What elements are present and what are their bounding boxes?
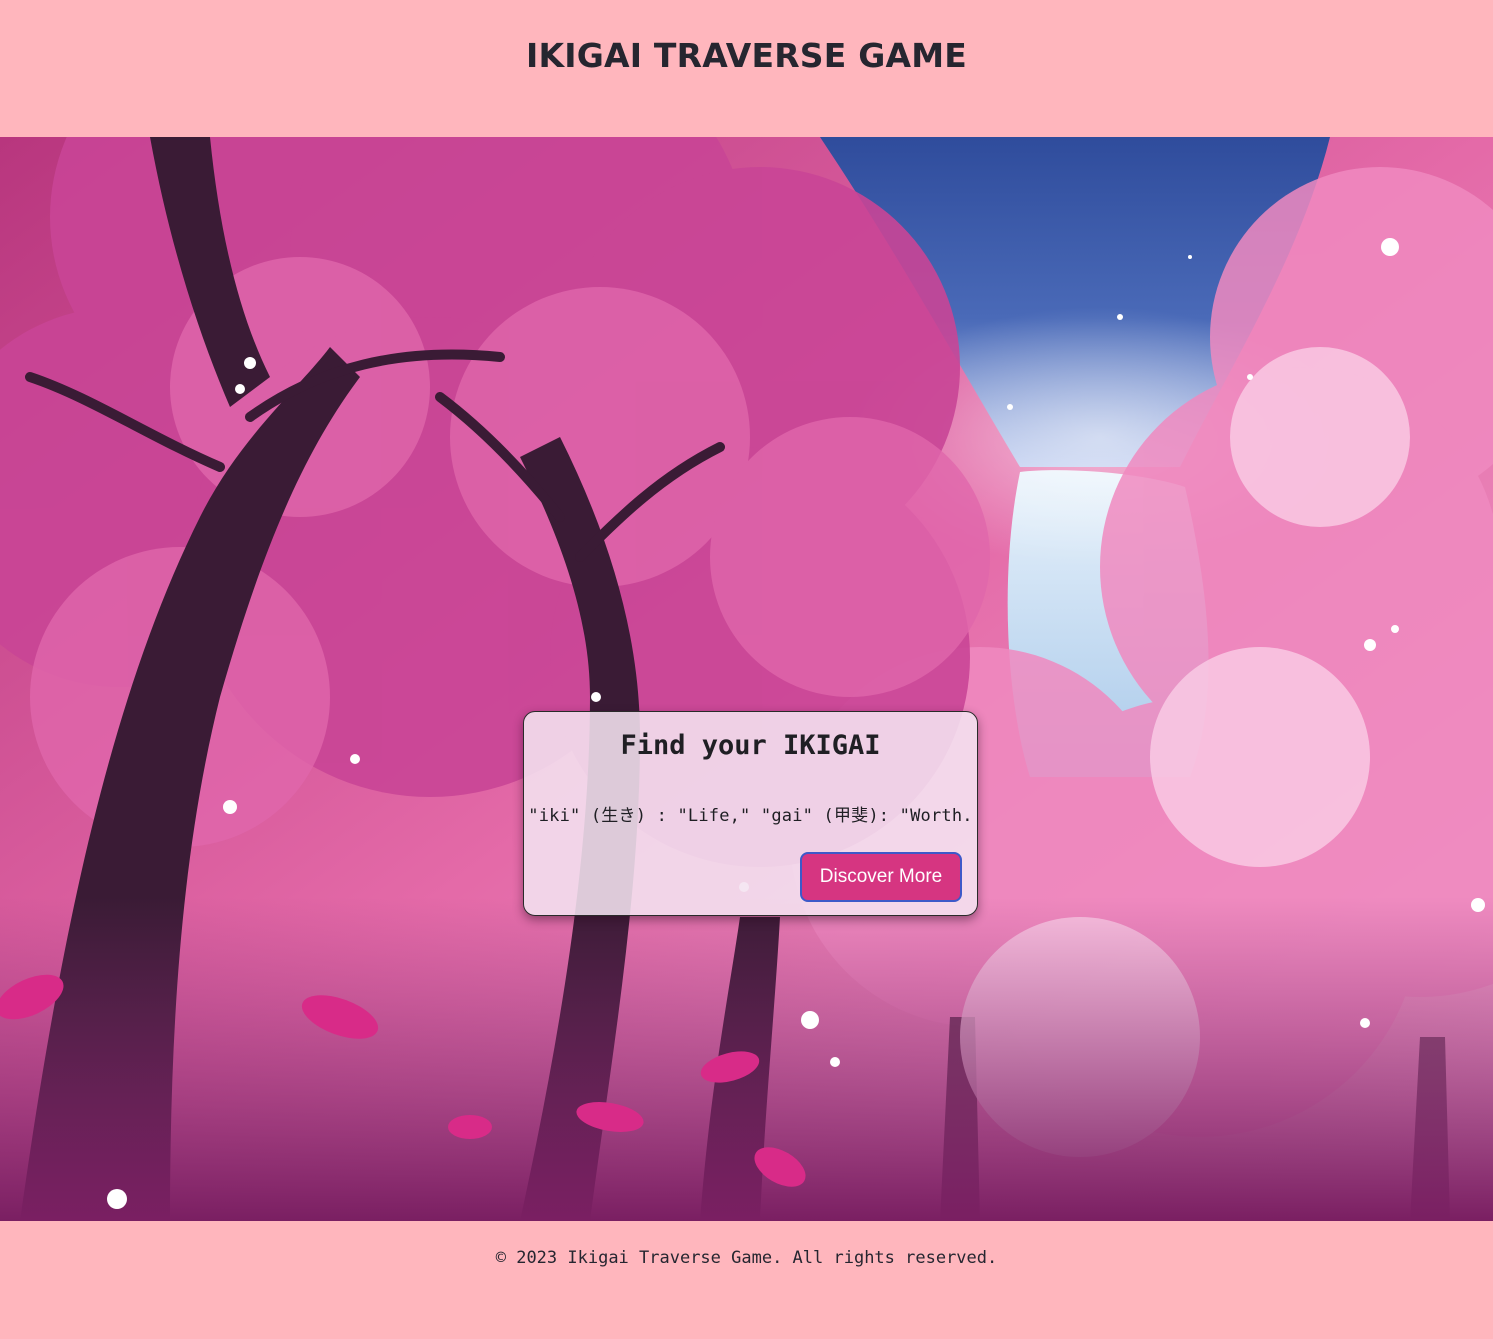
hero-background-image	[0, 137, 1493, 1221]
site-title: IKIGAI TRAVERSE GAME	[525, 36, 968, 75]
site-header: IKIGAI TRAVERSE GAME	[0, 0, 1493, 137]
card-title: Find your IKIGAI	[620, 730, 881, 761]
card-description: "iki" (生き) : "Life," "gai" (甲斐): "Worth.	[528, 806, 973, 826]
ikigai-card: Find your IKIGAI "iki" (生き) : "Life," "g…	[523, 711, 978, 916]
site-footer: © 2023 Ikigai Traverse Game. All rights …	[0, 1221, 1493, 1339]
copyright-text: © 2023 Ikigai Traverse Game. All rights …	[495, 1248, 998, 1268]
discover-more-button[interactable]: Discover More	[800, 852, 962, 902]
hero-section: Find your IKIGAI "iki" (生き) : "Life," "g…	[0, 137, 1493, 1221]
